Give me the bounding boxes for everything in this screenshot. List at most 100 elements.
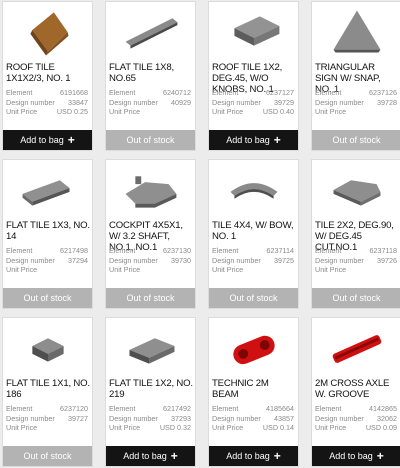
product-card[interactable]: ROOF TILE 1X2, DEG.45, W/O KNOBS, NO. 1 …: [208, 1, 299, 151]
design-number-label: Design number: [212, 413, 261, 423]
element-value: 6237114: [266, 246, 294, 255]
add-to-bag-button[interactable]: Add to bag +: [209, 446, 298, 466]
product-name[interactable]: ROOF TILE 1X1X2/3, NO. 1: [6, 62, 90, 84]
unit-price-label: Unit Price: [315, 423, 347, 432]
element-label: Element: [315, 246, 342, 255]
add-to-bag-label: Add to bag: [226, 451, 270, 461]
cockpit-icon[interactable]: [106, 160, 195, 218]
plus-icon: +: [170, 449, 178, 463]
design-number-value: 39727: [68, 413, 88, 423]
out-of-stock-label: Out of stock: [332, 293, 381, 303]
product-specs: Element 6237114 Design number 39725 Unit P…: [212, 246, 294, 275]
design-number-label: Design number: [109, 97, 158, 107]
product-card[interactable]: TECHNIC 2M BEAM Element 4185664 Design nu…: [208, 317, 299, 467]
design-number-label: Design number: [6, 97, 55, 107]
add-to-bag-button[interactable]: Add to bag +: [209, 130, 298, 150]
tile-corner-icon[interactable]: [312, 160, 400, 218]
technic-beam-icon[interactable]: [209, 318, 298, 376]
element-value: 6237120: [60, 404, 88, 413]
flat-tile-long-icon[interactable]: [106, 2, 195, 60]
product-specs: Element 6191668 Design number 33847 Unit P…: [6, 88, 88, 117]
element-value: 6217492: [163, 404, 191, 413]
unit-price-value: USD 0.14: [262, 423, 294, 432]
product-card[interactable]: FLAT TILE 1X2, NO. 219 Element 6217492 De…: [105, 317, 196, 467]
product-card[interactable]: FLAT TILE 1X3, NO. 14 Element 6217498 Des…: [2, 159, 93, 309]
design-number-value: 40929: [171, 97, 191, 107]
design-number-value: 32062: [377, 413, 397, 423]
out-of-stock-label: Out of stock: [229, 293, 278, 303]
unit-price-label: Unit Price: [6, 423, 38, 432]
unit-price-value: USD 0.32: [159, 423, 191, 432]
out-of-stock-label: Out of stock: [126, 293, 175, 303]
design-number-label: Design number: [315, 413, 364, 423]
cross-axle-icon[interactable]: [312, 318, 400, 376]
product-card[interactable]: TILE 4X4, W/ BOW, NO. 1 Element 6237114 D…: [208, 159, 299, 309]
element-label: Element: [315, 404, 342, 413]
product-name[interactable]: 2M CROSS AXLE W. GROOVE: [315, 378, 399, 400]
design-number-value: 39730: [171, 255, 191, 265]
product-name[interactable]: FLAT TILE 1X8, NO.65: [109, 62, 193, 84]
roof-tile-slope-icon[interactable]: [209, 2, 298, 60]
add-to-bag-button[interactable]: Add to bag +: [312, 446, 400, 466]
design-number-label: Design number: [212, 255, 261, 265]
product-card[interactable]: ROOF TILE 1X1X2/3, NO. 1 Element 6191668 …: [2, 1, 93, 151]
out-of-stock-badge: Out of stock: [312, 130, 400, 150]
out-of-stock-badge: Out of stock: [106, 130, 195, 150]
element-label: Element: [212, 404, 239, 413]
flat-tile-1x3-icon[interactable]: [3, 160, 92, 218]
product-card[interactable]: FLAT TILE 1X1, NO. 186 Element 6237120 De…: [2, 317, 93, 467]
product-card[interactable]: COCKPIT 4X5X1, W/ 3.2 SHAFT, NO.1, NO.1 …: [105, 159, 196, 309]
design-number-value: 37293: [171, 413, 191, 423]
out-of-stock-badge: Out of stock: [312, 288, 400, 308]
out-of-stock-badge: Out of stock: [106, 288, 195, 308]
element-value: 6217498: [60, 246, 88, 255]
product-name[interactable]: TECHNIC 2M BEAM: [212, 378, 296, 400]
plus-icon: +: [67, 133, 75, 147]
add-to-bag-button[interactable]: Add to bag +: [3, 130, 92, 150]
product-name[interactable]: FLAT TILE 1X3, NO. 14: [6, 220, 90, 242]
element-value: 4142865: [369, 404, 397, 413]
product-specs: Element 4185664 Design number 43857 Unit P…: [212, 404, 294, 433]
product-name[interactable]: TILE 4X4, W/ BOW, NO. 1: [212, 220, 296, 242]
design-number-value: 39725: [274, 255, 294, 265]
product-card[interactable]: TRIANGULAR SIGN W/ SNAP, NO. 1 Element 62…: [311, 1, 400, 151]
add-to-bag-label: Add to bag: [20, 135, 64, 145]
product-card[interactable]: TILE 2X2, DEG.90, W/ DEG.45 CUT,NO.1 Ele…: [311, 159, 400, 309]
product-specs: Element 6217498 Design number 37294 Unit P…: [6, 246, 88, 275]
flat-tile-1x1-icon[interactable]: [3, 318, 92, 376]
element-label: Element: [212, 88, 239, 97]
product-name[interactable]: FLAT TILE 1X1, NO. 186: [6, 378, 90, 400]
product-name[interactable]: FLAT TILE 1X2, NO. 219: [109, 378, 193, 400]
product-card[interactable]: FLAT TILE 1X8, NO.65 Element 6240712 Desi…: [105, 1, 196, 151]
element-value: 6237126: [369, 88, 397, 97]
design-number-label: Design number: [6, 413, 55, 423]
product-specs: Element 6237130 Design number 39730 Unit P…: [109, 246, 191, 275]
add-to-bag-button[interactable]: Add to bag +: [106, 446, 195, 466]
product-card[interactable]: 2M CROSS AXLE W. GROOVE Element 4142865 D…: [311, 317, 400, 467]
unit-price-label: Unit Price: [109, 265, 141, 274]
flat-tile-1x2-icon[interactable]: [106, 318, 195, 376]
design-number-value: 37294: [68, 255, 88, 265]
design-number-value: 39729: [274, 97, 294, 107]
design-number-label: Design number: [315, 255, 364, 265]
element-label: Element: [212, 246, 239, 255]
unit-price-label: Unit Price: [212, 423, 244, 432]
unit-price-label: Unit Price: [6, 107, 38, 116]
unit-price-label: Unit Price: [212, 265, 244, 274]
unit-price-label: Unit Price: [315, 107, 347, 116]
element-label: Element: [315, 88, 342, 97]
product-specs: Element 6237127 Design number 39729 Unit P…: [212, 88, 294, 117]
element-value: 6237118: [369, 246, 397, 255]
unit-price-label: Unit Price: [109, 423, 141, 432]
add-to-bag-label: Add to bag: [123, 451, 167, 461]
roof-tile-brown-icon[interactable]: [3, 2, 92, 60]
element-value: 6237130: [163, 246, 191, 255]
design-number-value: 39726: [377, 255, 397, 265]
tile-bow-icon[interactable]: [209, 160, 298, 218]
product-specs: Element 6237118 Design number 39726 Unit P…: [315, 246, 397, 275]
out-of-stock-label: Out of stock: [23, 451, 72, 461]
unit-price-value: USD 0.25: [56, 107, 88, 116]
triangular-sign-icon[interactable]: [312, 2, 400, 60]
out-of-stock-badge: Out of stock: [3, 288, 92, 308]
product-specs: Element 6240712 Design number 40929 Unit P…: [109, 88, 191, 117]
